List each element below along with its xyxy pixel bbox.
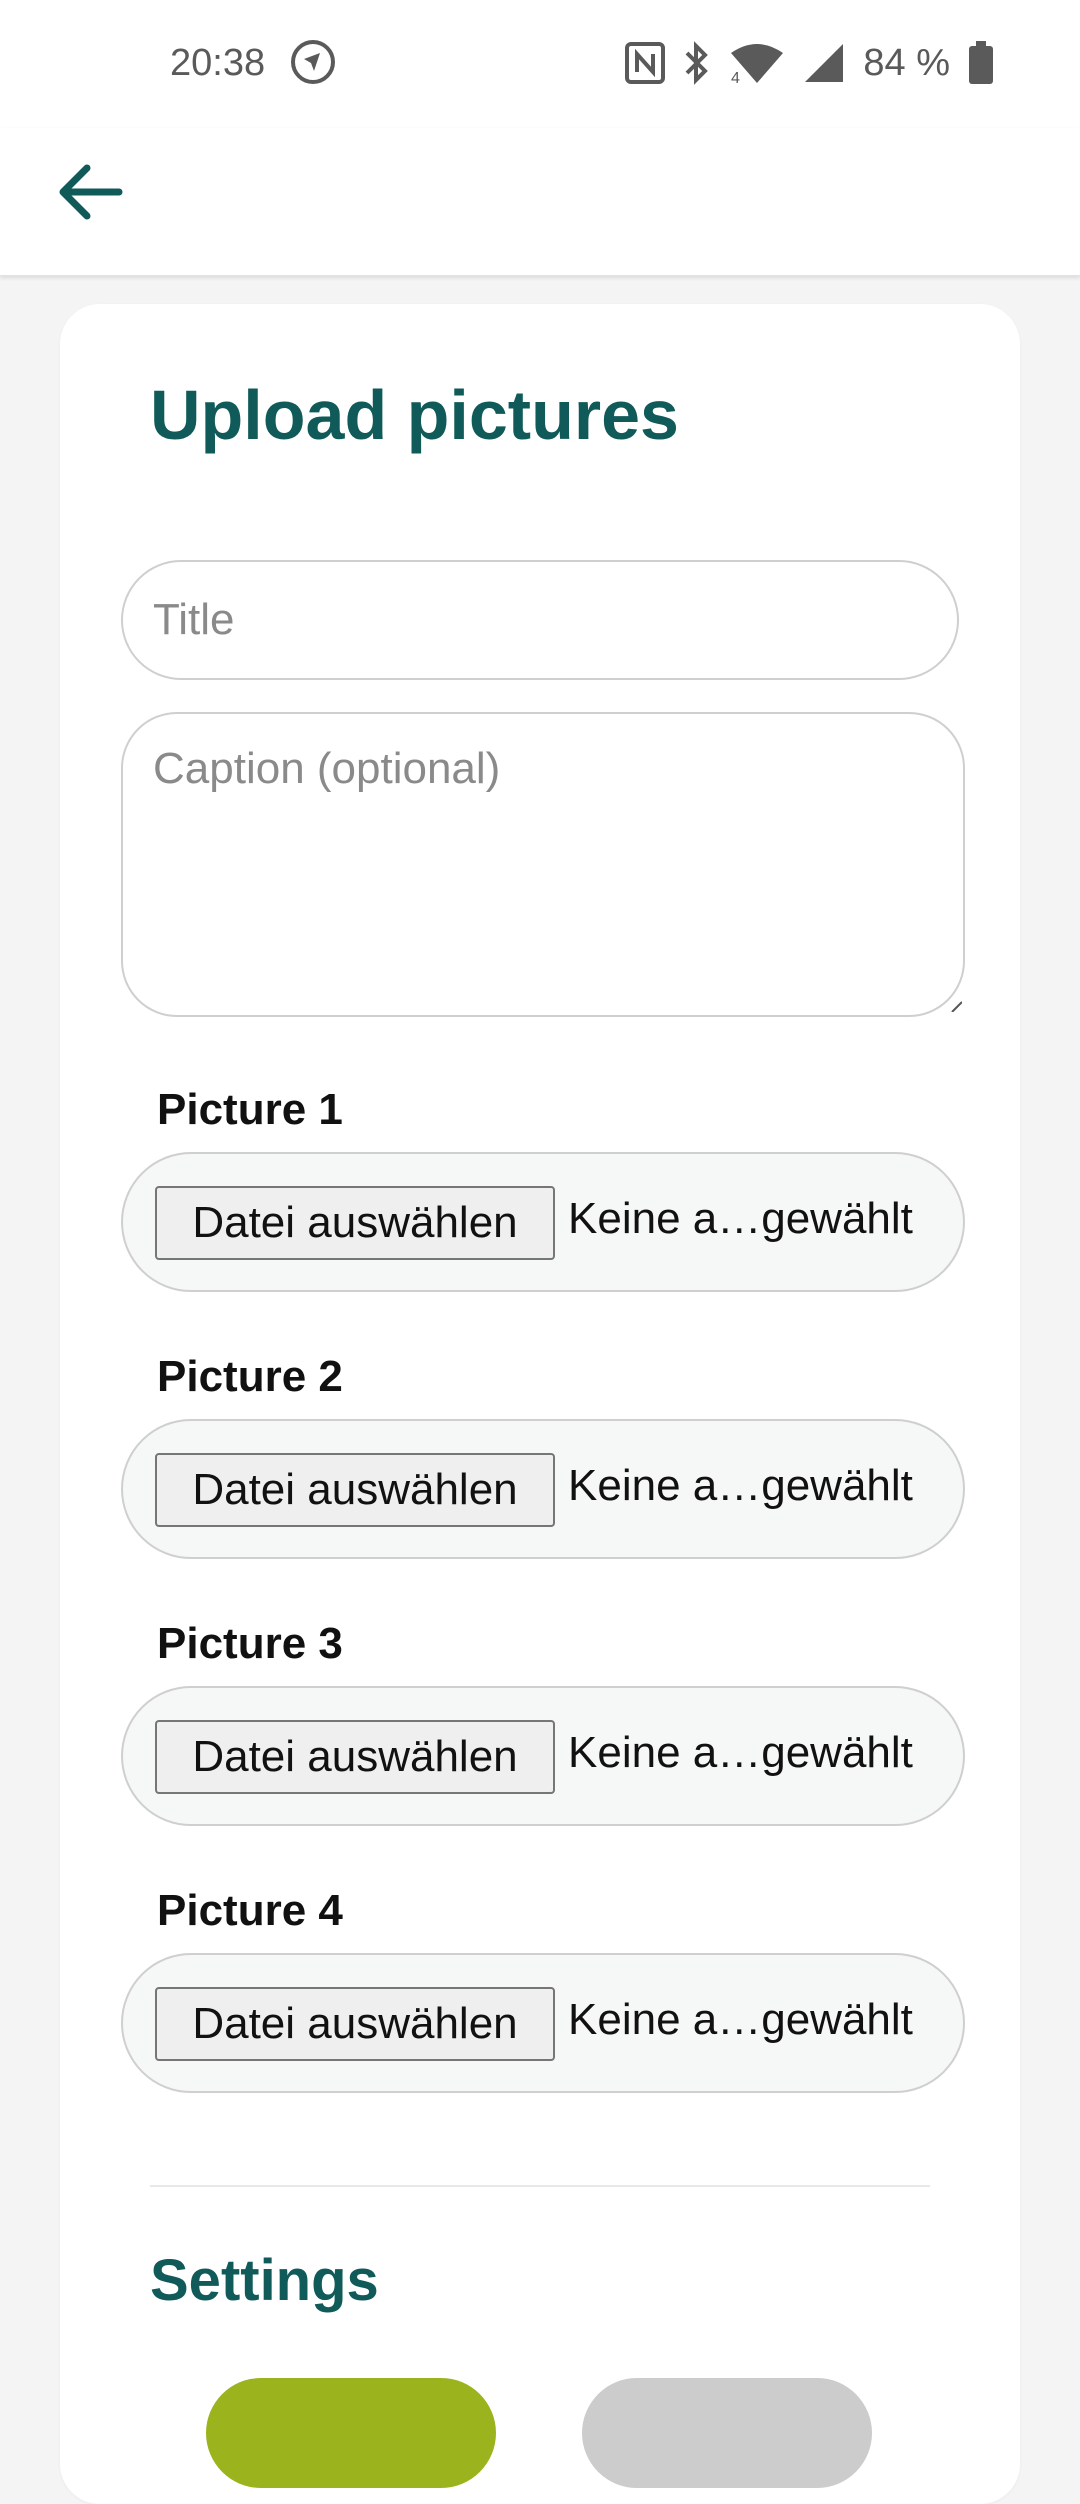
status-icons: 4 84 % — [625, 38, 994, 88]
bluetooth-icon — [683, 41, 711, 85]
picture-3-file-status: Keine a…gewählt — [568, 1728, 913, 1777]
picture-1-label: Picture 1 — [157, 1085, 343, 1134]
picture-2-label: Picture 2 — [157, 1352, 343, 1401]
caption-textarea[interactable] — [121, 712, 965, 1017]
signal-icon — [803, 42, 845, 84]
picture-1-choose-file-button[interactable]: Datei auswählen — [155, 1186, 555, 1260]
picture-3-label: Picture 3 — [157, 1619, 343, 1668]
app-bar — [0, 128, 1080, 276]
arrow-left-icon — [57, 162, 123, 227]
resize-grip-icon[interactable] — [950, 1000, 962, 1012]
picture-4-file-field[interactable]: Datei auswählen Keine a…gewählt — [121, 1953, 965, 2093]
page-title: Upload pictures — [150, 376, 679, 454]
picture-2-file-status: Keine a…gewählt — [568, 1461, 913, 1510]
section-divider — [150, 2185, 930, 2187]
settings-option-inactive-button[interactable] — [582, 2378, 872, 2488]
picture-1-file-status: Keine a…gewählt — [568, 1194, 913, 1243]
picture-4-choose-file-button[interactable]: Datei auswählen — [155, 1987, 555, 2061]
battery-icon — [968, 41, 994, 85]
battery-percent: 84 % — [863, 41, 950, 84]
status-bar: 20:38 4 84 % — [0, 0, 1080, 128]
picture-2-choose-file-button[interactable]: Datei auswählen — [155, 1453, 555, 1527]
wifi-icon: 4 — [729, 41, 785, 85]
picture-3-file-field[interactable]: Datei auswählen Keine a…gewählt — [121, 1686, 965, 1826]
news-app-icon — [290, 39, 336, 85]
picture-4-file-status: Keine a…gewählt — [568, 1995, 913, 2044]
picture-1-file-field[interactable]: Datei auswählen Keine a…gewählt — [121, 1152, 965, 1292]
settings-title: Settings — [150, 2248, 379, 2313]
picture-4-label: Picture 4 — [157, 1886, 343, 1935]
picture-3-choose-file-button[interactable]: Datei auswählen — [155, 1720, 555, 1794]
title-input[interactable] — [121, 560, 959, 680]
svg-text:4: 4 — [731, 70, 740, 85]
picture-2-file-field[interactable]: Datei auswählen Keine a…gewählt — [121, 1419, 965, 1559]
nfc-icon — [625, 42, 666, 84]
settings-option-active-button[interactable] — [206, 2378, 496, 2488]
back-button[interactable] — [50, 154, 130, 234]
status-time: 20:38 — [170, 42, 266, 84]
